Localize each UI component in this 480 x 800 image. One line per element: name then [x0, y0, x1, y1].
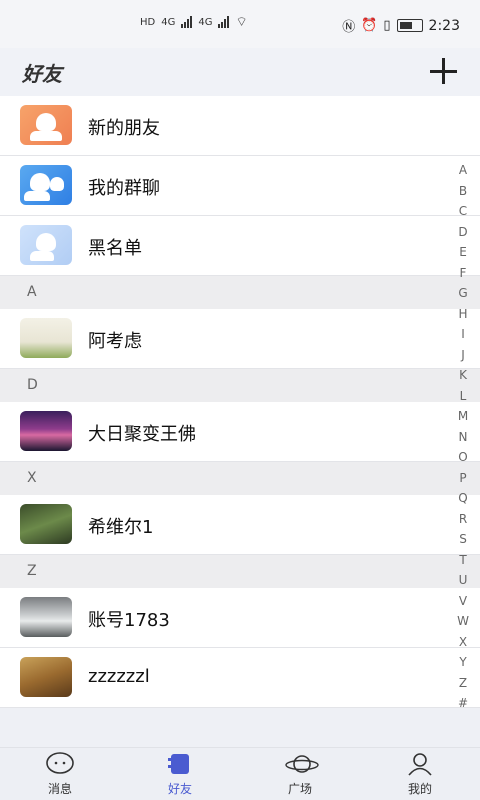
- contact-name: 账号1783: [88, 610, 170, 631]
- group-chat-icon: [20, 165, 72, 205]
- contact-name: zzzzzzl: [88, 666, 150, 687]
- alphabet-index-letter[interactable]: W: [457, 611, 469, 632]
- avatar: [20, 318, 72, 358]
- section-header-z: Z: [0, 555, 480, 588]
- function-label: 我的群聊: [88, 178, 160, 199]
- contact-name: 阿考虑: [88, 331, 142, 352]
- alphabet-index-letter[interactable]: X: [459, 632, 467, 653]
- function-label: 黑名单: [88, 238, 142, 259]
- battery-icon: [396, 19, 423, 32]
- planet-icon: [285, 752, 319, 776]
- alphabet-index-letter[interactable]: I: [461, 324, 465, 345]
- alphabet-index-letter[interactable]: Y: [459, 652, 466, 673]
- vibrate-icon: ▯: [383, 18, 391, 33]
- alphabet-index-letter[interactable]: Q: [458, 488, 467, 509]
- alphabet-index-letter[interactable]: C: [459, 201, 467, 222]
- alphabet-index-letter[interactable]: V: [459, 591, 467, 612]
- avatar: [20, 411, 72, 451]
- network-type-2: 4G: [198, 16, 213, 28]
- alarm-icon: ⏰: [361, 18, 378, 33]
- contact-row[interactable]: zzzzzzl: [0, 648, 480, 708]
- alphabet-index-letter[interactable]: M: [458, 406, 468, 427]
- avatar: [20, 597, 72, 637]
- signal-icon: [181, 16, 193, 28]
- new-friends-row[interactable]: 新的朋友: [0, 96, 480, 156]
- avatar: [20, 504, 72, 544]
- page-title: 好友: [22, 62, 62, 86]
- alphabet-index-letter[interactable]: K: [459, 365, 467, 386]
- alphabet-index-letter[interactable]: R: [459, 509, 467, 530]
- alphabet-index-letter[interactable]: S: [459, 529, 467, 550]
- contact-name: 大日聚变王佛: [88, 424, 196, 445]
- status-bar: HD 4G 4G ⌔ Ⓝ ⏰ ▯ 2:23: [0, 0, 480, 48]
- alphabet-index-letter[interactable]: H: [458, 304, 467, 325]
- alphabet-index-letter[interactable]: N: [459, 427, 468, 448]
- app-header: 好友: [0, 48, 480, 96]
- nfc-icon: Ⓝ: [342, 20, 356, 35]
- alphabet-index[interactable]: A B C D E F G H I J K L M N O P Q R S T U V W X Y Z #: [456, 160, 470, 714]
- alphabet-index-letter[interactable]: A: [459, 160, 467, 181]
- section-header-a: A: [0, 276, 480, 309]
- section-header-x: X: [0, 462, 480, 495]
- signal-icon-2: [218, 16, 230, 28]
- contact-row[interactable]: 阿考虑: [0, 309, 480, 369]
- alphabet-index-letter[interactable]: B: [459, 181, 467, 202]
- section-header-d: D: [0, 369, 480, 402]
- alphabet-index-letter[interactable]: D: [458, 222, 467, 243]
- alphabet-index-letter[interactable]: O: [458, 447, 467, 468]
- clock: 2:23: [428, 17, 460, 34]
- contact-row[interactable]: 大日聚变王佛: [0, 402, 480, 462]
- profile-icon: [405, 752, 435, 776]
- alphabet-index-letter[interactable]: P: [459, 468, 466, 489]
- tab-friends[interactable]: 好友: [140, 752, 220, 797]
- alphabet-index-letter[interactable]: T: [459, 550, 466, 571]
- avatar: [20, 657, 72, 697]
- alphabet-index-letter[interactable]: J: [461, 345, 465, 366]
- tab-square[interactable]: 广场: [260, 752, 340, 797]
- alphabet-index-letter[interactable]: L: [460, 386, 467, 407]
- network-indicators: HD 4G 4G ⌔: [140, 14, 248, 30]
- alphabet-index-letter[interactable]: E: [459, 242, 467, 263]
- friends-icon: [165, 752, 195, 776]
- alphabet-index-letter[interactable]: F: [460, 263, 467, 284]
- add-friend-button[interactable]: [426, 54, 460, 88]
- alphabet-index-letter[interactable]: U: [459, 570, 468, 591]
- tab-messages[interactable]: 消息: [20, 752, 100, 797]
- message-icon: [45, 752, 75, 776]
- bottom-tab-bar: 消息 好友 广场 我的: [0, 747, 480, 800]
- contact-row[interactable]: 账号1783: [0, 588, 480, 648]
- wifi-icon: ⌔: [235, 15, 248, 30]
- network-type-1: 4G: [161, 16, 176, 28]
- contact-name: 希维尔1: [88, 517, 154, 538]
- contact-row[interactable]: 希维尔1: [0, 495, 480, 555]
- blacklist-row[interactable]: 黑名单: [0, 216, 480, 276]
- alphabet-index-letter[interactable]: G: [458, 283, 467, 304]
- hd-indicator: HD: [140, 16, 156, 28]
- function-label: 新的朋友: [88, 118, 160, 139]
- alphabet-index-letter[interactable]: Z: [459, 673, 467, 694]
- contact-list: 新的朋友 我的群聊 黑名单 A 阿考虑 D 大日聚变王佛 X 希维尔1 Z 账号…: [0, 96, 480, 708]
- system-indicators: Ⓝ ⏰ ▯ 2:23: [342, 16, 460, 36]
- blacklist-icon: [20, 225, 72, 265]
- alphabet-index-letter[interactable]: #: [458, 693, 468, 714]
- group-chats-row[interactable]: 我的群聊: [0, 156, 480, 216]
- tab-profile[interactable]: 我的: [380, 752, 460, 797]
- new-friend-icon: [20, 105, 72, 145]
